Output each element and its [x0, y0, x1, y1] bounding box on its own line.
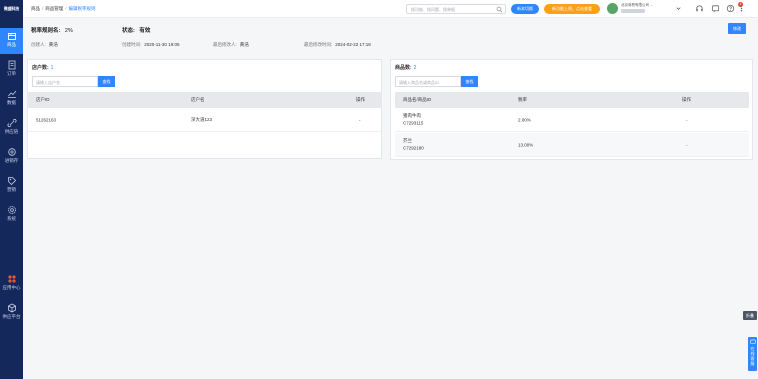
column-header: 店户名	[191, 97, 205, 102]
column-header: 操作	[356, 97, 365, 102]
column-header: 操作	[682, 97, 691, 102]
more-vertical-icon[interactable]	[737, 4, 746, 13]
goods-id: C7293115	[403, 120, 424, 126]
breadcrumb-current: 编辑税率规则	[68, 6, 96, 11]
global-search-input[interactable]: 搜功能、搜问题、搜单据	[406, 4, 506, 14]
link-icon	[6, 118, 17, 128]
sidebar-item-label: 应用中心	[2, 285, 21, 290]
avatar[interactable]	[607, 3, 618, 14]
help-icon[interactable]	[726, 4, 735, 13]
creator-value: 黄浩	[48, 42, 58, 47]
modified-time: 最后修改时间: 2024-02-22 17:18	[304, 42, 371, 47]
edit-button[interactable]: 修改	[728, 23, 746, 34]
rule-status: 状态: 有效	[122, 26, 150, 34]
goods-count: 商品数: 2	[395, 65, 417, 71]
message-icon[interactable]	[711, 4, 720, 13]
sidebar-item-supply-platform[interactable]: 供应平台	[0, 300, 23, 326]
top-bar: 商品 / 商品管理 / 编辑税率规则 搜功能、搜问题、搜单据 新本切换 新功能上线，点击…	[23, 0, 758, 18]
support-icon[interactable]	[695, 4, 704, 13]
sidebar-item-label: 营销	[7, 187, 16, 192]
shops-card: 店户数: 1 请输入店户名 查找 店户ID 店户名 操作 51262163 深大道…	[27, 59, 382, 159]
shop-search-button[interactable]: 查找	[98, 76, 115, 87]
app-logo: 微盛科技	[3, 6, 20, 11]
sidebar-item-label: 商品	[7, 42, 16, 47]
column-header: 商品名/商品ID	[403, 97, 432, 102]
chart-icon	[7, 90, 16, 98]
goods-table-header: 商品名/商品ID 税率 操作	[395, 92, 749, 108]
sidebar-item-marketing[interactable]: 营销	[0, 173, 23, 199]
online-service-label: 在线客服	[750, 346, 755, 366]
sidebar-item-label: 进销存	[4, 158, 19, 163]
rule-name-value: 2%	[64, 28, 73, 34]
sidebar-item-supply[interactable]: 供应链	[0, 115, 23, 141]
tag-icon	[7, 177, 16, 186]
online-service-button[interactable]: 在线客服	[748, 337, 757, 371]
table-row: 猪肉牛肉 C7293115 2.00% -	[395, 108, 749, 132]
row-action[interactable]: -	[686, 142, 688, 147]
version-switch-button[interactable]: 新本切换	[511, 4, 539, 14]
goods-id: C7292180	[403, 145, 424, 151]
table-row: 芥兰 C7292180 13.00% -	[395, 133, 749, 157]
table-row: 51262163 深大道123 -	[28, 108, 381, 132]
sidebar-item-label: 系统	[7, 216, 16, 221]
breadcrumb-item[interactable]: 商品	[31, 6, 40, 11]
modifier-value: 黄浩	[239, 42, 249, 47]
shop-table-header: 店户ID 店户名 操作	[28, 92, 381, 108]
sidebar-item-data[interactable]: 数据	[0, 86, 23, 112]
sidebar-item-label: 数据	[7, 100, 16, 105]
goods-count-value: 2	[413, 65, 417, 71]
creator: 创建人: 黄浩	[31, 42, 58, 47]
column-header: 税率	[518, 97, 527, 102]
created-time-value: 2020-11-30 19:05	[144, 42, 180, 47]
shop-count: 店户数: 1	[32, 65, 54, 71]
sidebar-item-label: 供应链	[4, 129, 19, 134]
goods-search-button[interactable]: 查找	[461, 76, 478, 87]
goods-name: 芥兰	[403, 138, 412, 144]
gear-icon	[7, 206, 16, 214]
goods-card: 商品数: 2 请输入商品名或商品ID 查找 商品名/商品ID 税率 操作 猪肉牛肉…	[390, 59, 753, 160]
chat-icon	[749, 339, 756, 344]
column-header: 店户ID	[36, 97, 50, 102]
modified-time-value: 2024-02-22 17:18	[335, 42, 371, 47]
cube-icon	[7, 303, 16, 313]
sidebar-item-goods[interactable]: 商品	[0, 28, 23, 54]
row-action[interactable]: -	[686, 117, 688, 122]
sidebar-item-label: 订单	[7, 71, 16, 76]
sidebar-item-inventory[interactable]: 进销存	[0, 144, 23, 170]
search-placeholder: 搜功能、搜问题、搜单据	[411, 7, 455, 12]
sidebar-item-orders[interactable]: 订单	[0, 57, 23, 83]
search-icon[interactable]	[496, 6, 503, 13]
sidebar: 微盛科技 商品 订单 数据 供应链 进销存 营销 系统 应用中心 供应平台	[0, 0, 23, 379]
modifier: 最后修改人: 黄浩	[213, 42, 249, 47]
sidebar-item-label: 供应平台	[2, 314, 21, 319]
tax-rate: 2.00%	[518, 117, 531, 122]
shop-name: 深大道123	[191, 116, 213, 122]
refresh-icon	[7, 148, 16, 156]
user-role	[621, 9, 645, 13]
sidebar-item-app-center[interactable]: 应用中心	[0, 271, 23, 297]
collapse-tab[interactable]: 折叠	[743, 311, 757, 320]
status-label: 状态:	[122, 28, 135, 34]
user-name[interactable]: 北京商贸有限公司 ...	[621, 3, 669, 7]
new-feature-button[interactable]: 新功能上线，点击查看	[544, 4, 600, 14]
rule-name: 税率规则名: 2%	[31, 26, 73, 34]
rule-name-label: 税率规则名:	[31, 28, 61, 34]
chevron-down-icon[interactable]	[674, 4, 683, 13]
sidebar-item-system[interactable]: 系统	[0, 202, 23, 228]
shop-search-input[interactable]: 请输入店户名	[32, 76, 98, 87]
apps-icon	[7, 275, 16, 283]
status-badge: 有效	[139, 28, 151, 34]
box-icon	[7, 33, 16, 40]
goods-search-input[interactable]: 请输入商品名或商品ID	[395, 76, 461, 87]
document-icon	[8, 60, 15, 70]
created-time: 创建时间: 2020-11-30 19:05	[122, 42, 180, 47]
tax-rate: 13.00%	[518, 142, 534, 147]
goods-name: 猪肉牛肉	[403, 113, 421, 119]
row-action[interactable]: -	[359, 117, 361, 122]
shop-count-value: 1	[50, 65, 54, 71]
breadcrumb: 商品 / 商品管理 / 编辑税率规则	[31, 6, 96, 11]
breadcrumb-item[interactable]: 商品管理	[45, 6, 63, 11]
shop-id: 51262163	[36, 117, 57, 122]
